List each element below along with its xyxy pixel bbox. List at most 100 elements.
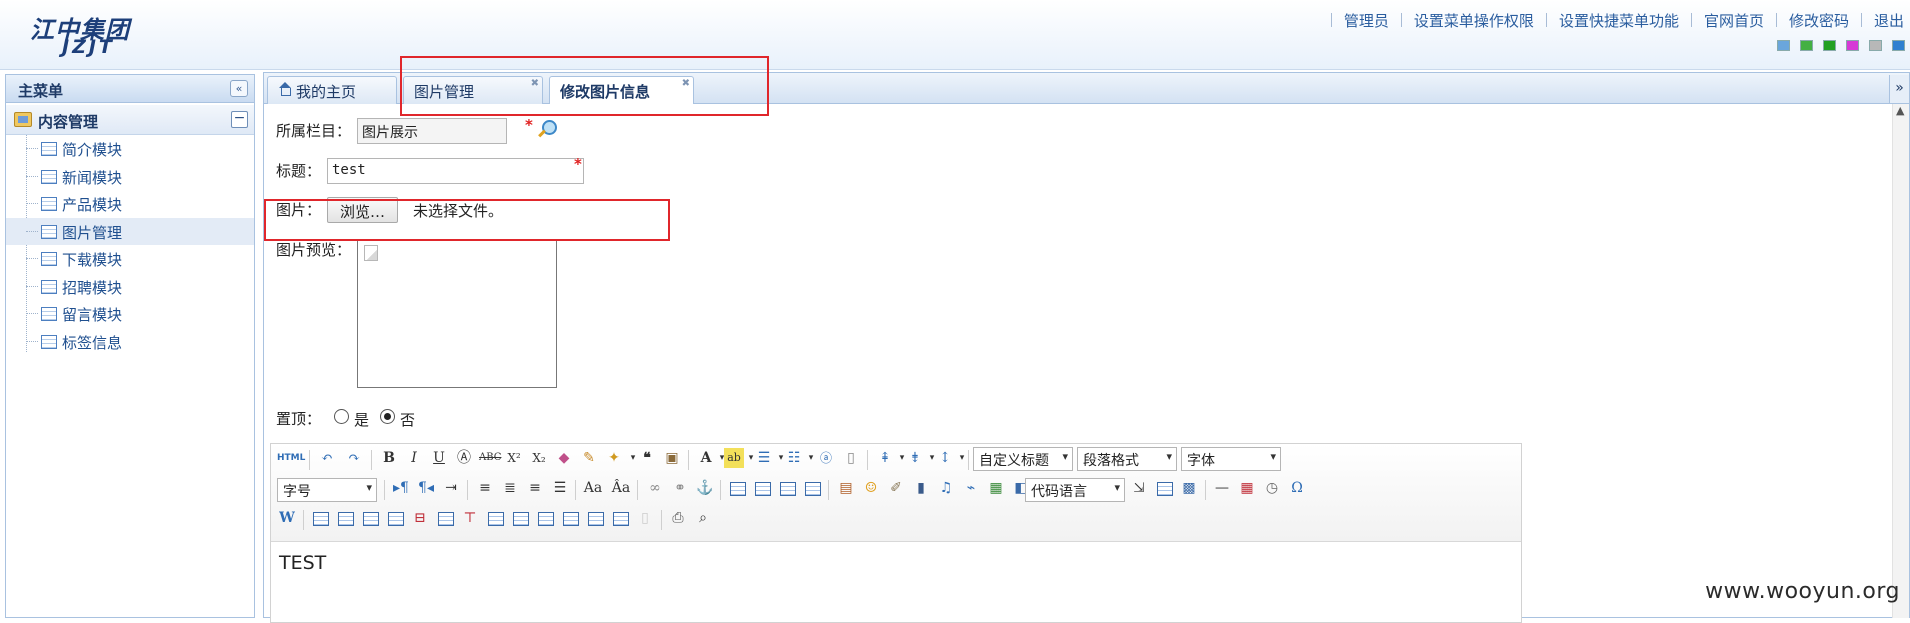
font-size-select[interactable]: 字号 xyxy=(277,478,377,502)
lowercase-icon[interactable]: Âa xyxy=(611,478,631,498)
delete-row-icon[interactable]: ⊟ xyxy=(410,508,430,528)
sidebar-group-content[interactable]: 内容管理 − xyxy=(6,105,254,135)
collapse-sidebar-icon[interactable]: « xyxy=(230,80,248,97)
image-center-icon[interactable] xyxy=(802,478,822,498)
tab-menu-icon[interactable]: » xyxy=(1889,75,1909,103)
merge-down-icon[interactable] xyxy=(535,508,555,528)
merge-right-icon[interactable] xyxy=(510,508,530,528)
date-icon[interactable]: ▦ xyxy=(1237,478,1257,498)
select-all-icon[interactable]: ⓐ xyxy=(816,448,836,468)
rtl-icon[interactable]: ¶◂ xyxy=(416,478,436,498)
theme-swatch-3[interactable] xyxy=(1823,40,1836,51)
admin-link[interactable]: 管理员 xyxy=(1344,10,1389,31)
uppercase-icon[interactable]: Aa xyxy=(583,478,603,498)
sidebar-item-images[interactable]: 图片管理 xyxy=(6,217,254,245)
menu-permission-link[interactable]: 设置菜单操作权限 xyxy=(1414,10,1534,31)
sidebar-item-news[interactable]: 新闻模块 xyxy=(6,163,254,191)
sidebar-item-recruit[interactable]: 招聘模块 xyxy=(6,273,254,301)
sidebar-item-products[interactable]: 产品模块 xyxy=(6,190,254,218)
split-rows-icon[interactable] xyxy=(585,508,605,528)
image-icon[interactable]: ▤ xyxy=(836,478,856,498)
page-break-icon[interactable]: ⇲ xyxy=(1129,478,1149,498)
image-right-icon[interactable] xyxy=(777,478,797,498)
unlink-icon[interactable]: ⚭ xyxy=(670,478,690,498)
chart-icon[interactable]: ▯ xyxy=(635,508,655,528)
align-left-icon[interactable]: ≡ xyxy=(475,478,495,498)
theme-swatch-4[interactable] xyxy=(1846,40,1859,51)
font-family-select[interactable]: 字体 xyxy=(1181,447,1281,471)
clear-doc-icon[interactable]: ▯ xyxy=(841,448,861,468)
pin-top-yes-radio[interactable] xyxy=(334,409,349,424)
scroll-up-icon[interactable]: ▲ xyxy=(1896,104,1904,117)
attachment-icon[interactable]: ⌁ xyxy=(961,478,981,498)
logout-link[interactable]: 退出 xyxy=(1874,10,1904,31)
chevron-down-icon[interactable]: ▾ xyxy=(952,448,972,468)
category-field[interactable]: 图片展示 xyxy=(357,118,507,144)
emoticon-icon[interactable]: ☺ xyxy=(861,478,881,498)
find-replace-icon[interactable]: ⌕ xyxy=(693,508,713,528)
anchor-icon[interactable]: ⚓ xyxy=(695,478,715,498)
sidebar-item-intro[interactable]: 简介模块 xyxy=(6,135,254,163)
undo-icon[interactable]: ↶ xyxy=(317,448,337,468)
template-icon[interactable] xyxy=(1154,478,1174,498)
tab-home[interactable]: 我的主页 xyxy=(267,76,397,104)
html-source-button[interactable]: HTML xyxy=(277,448,305,468)
blockquote-icon[interactable]: ❝ xyxy=(637,448,657,468)
print-icon[interactable]: ⎙ xyxy=(668,508,688,528)
sidebar-item-tags[interactable]: 标签信息 xyxy=(6,328,254,356)
sidebar-item-downloads[interactable]: 下载模块 xyxy=(6,245,254,273)
search-icon[interactable] xyxy=(537,120,557,138)
theme-swatch-1[interactable] xyxy=(1777,40,1790,51)
change-password-link[interactable]: 修改密码 xyxy=(1789,10,1849,31)
paste-text-icon[interactable]: ▣ xyxy=(662,448,682,468)
paragraph-format-select[interactable]: 段落格式 xyxy=(1077,447,1177,471)
superscript-icon[interactable]: X² xyxy=(504,448,524,468)
shortcut-menu-link[interactable]: 设置快捷菜单功能 xyxy=(1559,10,1679,31)
align-justify-icon[interactable]: ☰ xyxy=(550,478,570,498)
editor-body[interactable]: TEST xyxy=(279,552,326,574)
map-icon[interactable]: ▦ xyxy=(986,478,1006,498)
time-icon[interactable]: ◷ xyxy=(1262,478,1282,498)
link-icon[interactable]: ∞ xyxy=(645,478,665,498)
sidebar-item-messages[interactable]: 留言模块 xyxy=(6,300,254,328)
pin-top-no-radio[interactable] xyxy=(380,409,395,424)
redo-icon[interactable]: ↷ xyxy=(344,448,364,468)
insert-col-icon[interactable] xyxy=(435,508,455,528)
indent-icon[interactable]: ⇥ xyxy=(441,478,461,498)
code-language-select[interactable]: 代码语言 xyxy=(1025,478,1125,502)
theme-swatch-2[interactable] xyxy=(1800,40,1813,51)
split-cells-icon[interactable] xyxy=(560,508,580,528)
image-left-icon[interactable] xyxy=(752,478,772,498)
scrawl-icon[interactable]: ✐ xyxy=(886,478,906,498)
ltr-icon[interactable]: ▸¶ xyxy=(391,478,411,498)
subscript-icon[interactable]: X₂ xyxy=(529,448,549,468)
format-brush-icon[interactable]: ✎ xyxy=(579,448,599,468)
image-none-icon[interactable] xyxy=(727,478,747,498)
align-center-icon[interactable]: ≣ xyxy=(500,478,520,498)
theme-swatch-5[interactable] xyxy=(1869,40,1882,51)
word-image-icon[interactable]: W xyxy=(277,508,297,528)
title-input[interactable]: test xyxy=(327,158,584,184)
italic-icon[interactable]: I xyxy=(404,448,424,468)
insert-row-icon[interactable] xyxy=(385,508,405,528)
auto-format-icon[interactable]: ✦ xyxy=(604,448,624,468)
special-char-icon[interactable]: Ω xyxy=(1287,478,1307,498)
underline-icon[interactable]: U xyxy=(429,448,449,468)
bold-icon[interactable]: B xyxy=(379,448,399,468)
background-icon[interactable]: ▩ xyxy=(1179,478,1199,498)
vertical-scrollbar[interactable]: ▲ xyxy=(1892,104,1909,618)
table-caption-icon[interactable] xyxy=(360,508,380,528)
insert-table-icon[interactable] xyxy=(310,508,330,528)
merge-cells-icon[interactable] xyxy=(485,508,505,528)
align-right-icon[interactable]: ≡ xyxy=(525,478,545,498)
strikethrough-icon[interactable]: ABC xyxy=(479,448,501,468)
theme-swatch-6[interactable] xyxy=(1892,40,1905,51)
video-icon[interactable]: ▮ xyxy=(911,478,931,498)
delete-table-icon[interactable] xyxy=(335,508,355,528)
custom-heading-select[interactable]: 自定义标题 xyxy=(973,447,1073,471)
eraser-icon[interactable]: ◆ xyxy=(554,448,574,468)
music-icon[interactable]: ♫ xyxy=(936,478,956,498)
collapse-group-icon[interactable]: − xyxy=(231,111,248,128)
split-cols-icon[interactable] xyxy=(610,508,630,528)
horizontal-rule-icon[interactable]: — xyxy=(1212,478,1232,498)
